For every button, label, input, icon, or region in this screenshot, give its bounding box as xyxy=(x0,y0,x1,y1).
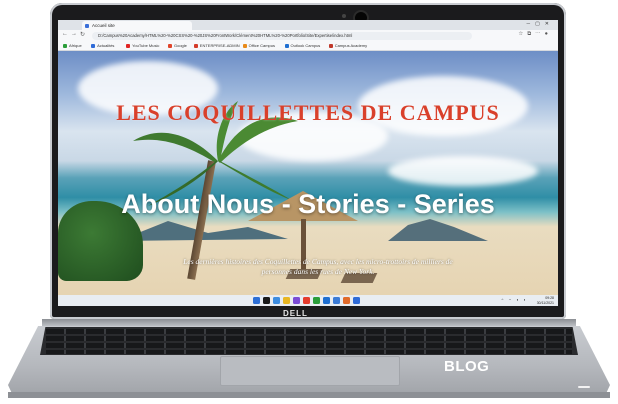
taskbar-app-icon[interactable] xyxy=(263,297,270,304)
bookmark-label: Outlook Campus xyxy=(290,43,321,48)
taskbar-app-icon[interactable] xyxy=(273,297,280,304)
taskbar-app-icon[interactable] xyxy=(343,297,350,304)
keyboard-row xyxy=(46,343,572,348)
refresh-icon[interactable]: ↻ xyxy=(80,31,85,38)
url-text: D:/Campus%20Academy/HTML%20-%20CSS%20-%2… xyxy=(98,32,353,38)
bookmark-label: Afrique xyxy=(69,43,82,48)
taskbar-app-icon[interactable] xyxy=(293,297,300,304)
taskbar-app-icon[interactable] xyxy=(313,297,320,304)
keyboard-row xyxy=(46,336,572,341)
browser-tab-bar: Accueil site ─▢✕ xyxy=(58,20,558,30)
address-bar-row: ← → ↻ D:/Campus%20Academy/HTML%20-%20CSS… xyxy=(58,30,558,41)
taskbar-app-icon[interactable] xyxy=(303,297,310,304)
bookmark-favicon-icon xyxy=(242,43,247,48)
site-title: LES COQUILLETTES DE CAMPUS xyxy=(116,100,500,125)
windows-taskbar: ^ ◔ ◑ ◐ 09:28 30/11/2021 xyxy=(58,295,558,306)
laptop-front-edge xyxy=(8,392,610,398)
bookmark-favicon-icon xyxy=(63,43,67,48)
bookmark-label: Google xyxy=(174,43,187,48)
tab-favicon-icon xyxy=(85,23,89,28)
browser-tab[interactable]: Accueil site xyxy=(82,21,192,30)
tab-title: Accueil site xyxy=(92,23,115,28)
bookmark-item[interactable]: Campus Academy xyxy=(328,42,368,49)
bookmark-item[interactable]: Outlook Campus xyxy=(284,42,321,49)
browser-toolbar-icons[interactable]: ☆⧉⋯● xyxy=(518,31,552,38)
blog-label: BLOG xyxy=(444,358,490,375)
status-led xyxy=(578,386,590,388)
bookmark-item[interactable]: Afrique xyxy=(63,42,82,49)
bookmark-item[interactable]: Office Campus xyxy=(242,42,275,49)
keyboard xyxy=(40,327,578,355)
hero-headline: About Nous - Stories - Series xyxy=(121,189,495,219)
bookmark-favicon-icon xyxy=(193,43,198,48)
keyboard-row xyxy=(46,329,572,334)
taskbar-app-icon[interactable] xyxy=(283,297,290,304)
taskbar-app-icon[interactable] xyxy=(333,297,340,304)
bookmark-item[interactable]: Google xyxy=(168,42,187,49)
forward-arrow-icon[interactable]: → xyxy=(71,31,77,37)
window-controls[interactable]: ─▢✕ xyxy=(527,21,554,27)
web-page: LES COQUILLETTES DE CAMPUS About Nous - … xyxy=(58,51,558,295)
keyboard-row xyxy=(46,350,572,354)
bookmark-favicon-icon xyxy=(328,43,333,48)
touchpad xyxy=(220,356,400,386)
camera-led xyxy=(342,14,346,18)
bookmark-favicon-icon xyxy=(168,43,172,48)
start-menu-icon[interactable] xyxy=(253,297,260,304)
bookmark-label: Campus Academy xyxy=(334,43,368,48)
bookmark-item[interactable]: YouTube Music xyxy=(126,42,159,49)
back-arrow-icon[interactable]: ← xyxy=(62,31,68,37)
laptop-screen: Accueil site ─▢✕ ← → ↻ D:/Campus%20Acade… xyxy=(58,20,558,306)
taskbar-app-icon[interactable] xyxy=(323,297,330,304)
bookmark-favicon-icon xyxy=(284,43,289,48)
bookmark-favicon-icon xyxy=(126,43,131,48)
taskbar-app-icon[interactable] xyxy=(353,297,360,304)
url-input[interactable]: D:/Campus%20Academy/HTML%20-%20CSS%20-%2… xyxy=(92,31,472,40)
bookmark-item[interactable]: ENTERPRISE-ADMIN xyxy=(193,42,240,49)
bookmark-favicon-icon xyxy=(91,43,96,48)
bookmark-label: Office Campus xyxy=(248,43,275,48)
clock-date: 30/11/2021 xyxy=(536,300,554,305)
bookmark-item[interactable]: Actualités xyxy=(91,42,114,49)
taskbar-clock[interactable]: 09:28 30/11/2021 xyxy=(537,296,554,305)
system-tray-icons[interactable]: ^ ◔ ◑ ◐ xyxy=(502,297,528,302)
dell-logo: DELL xyxy=(283,309,308,318)
hero-tagline: Les dernières histoires des Coquillettes… xyxy=(183,257,453,276)
bookmark-label: YouTube Music xyxy=(132,43,160,48)
bookmarks-bar: Afrique Actualités YouTube Music Google ENTE… xyxy=(58,41,558,51)
bookmark-label: Actualités xyxy=(97,43,115,48)
bookmark-label: ENTERPRISE-ADMIN xyxy=(199,43,240,48)
laptop-hinge xyxy=(42,319,576,327)
laptop: Accueil site ─▢✕ ← → ↻ D:/Campus%20Acade… xyxy=(0,0,618,404)
